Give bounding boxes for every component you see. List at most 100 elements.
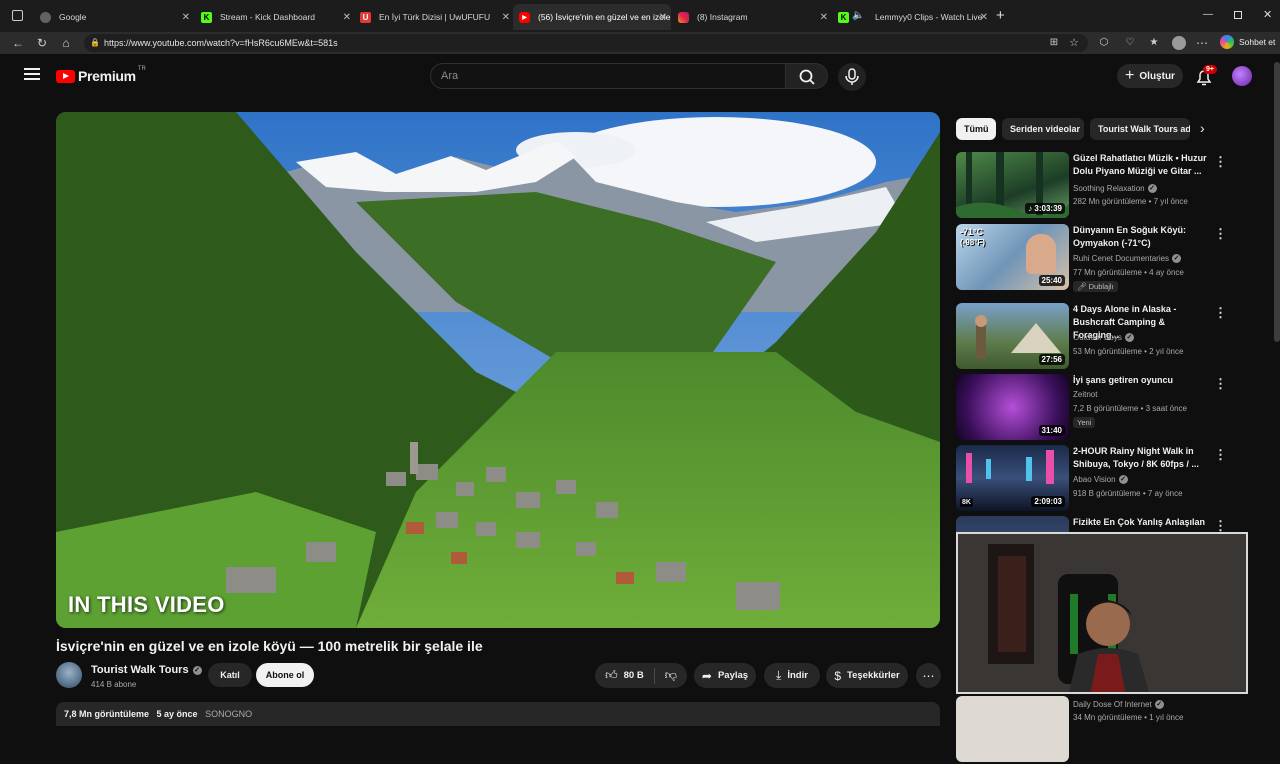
recommendation-channel[interactable]: Outdoor Boys ✓ <box>1073 333 1134 342</box>
more-vertical-icon[interactable]: ⋮ <box>1214 447 1227 463</box>
app-install-icon[interactable]: ⊞ <box>1046 35 1062 51</box>
profile-icon[interactable] <box>1172 36 1186 50</box>
video-thumbnail[interactable]: 27:56 <box>956 303 1069 369</box>
copilot-button[interactable]: Sohbet et <box>1220 35 1275 49</box>
search-input[interactable]: Ara <box>430 63 786 89</box>
video-duration: 2:09:03 <box>1031 496 1065 507</box>
favorite-star-icon[interactable]: ☆ <box>1066 35 1082 51</box>
thanks-button[interactable]: $ Teşekkürler <box>826 663 908 688</box>
url-field[interactable]: 🔒 https://www.youtube.com/watch?v=fHsR6c… <box>84 34 1088 52</box>
channel-name[interactable]: Tourist Walk Tours ✓ <box>91 664 202 676</box>
chip-all[interactable]: Tümü <box>956 118 996 140</box>
hamburger-menu-icon[interactable] <box>24 68 40 82</box>
minimize-icon[interactable]: — <box>1203 9 1213 20</box>
close-tab-icon[interactable]: ✕ <box>182 12 190 23</box>
tab-kick-dashboard[interactable]: K Stream - Kick Dashboard ✕ <box>195 4 355 30</box>
recommendation-channel[interactable]: Zeitnot <box>1073 390 1097 399</box>
like-count[interactable]: 80 B <box>624 670 644 681</box>
video-thumbnail[interactable]: 31:40 <box>956 374 1069 440</box>
dislike-icon[interactable]: 👎︎ <box>665 668 677 683</box>
close-tab-icon[interactable]: ✕ <box>659 12 667 23</box>
video-thumbnail[interactable] <box>956 696 1069 762</box>
recommendation-meta: 7,2 B görüntüleme • 3 saat önce <box>1073 404 1187 413</box>
tab-kick-clips[interactable]: K 🔈 Lemmyy0 Clips - Watch Live ✕ <box>832 4 992 30</box>
more-vertical-icon[interactable]: ⋮ <box>1214 376 1227 392</box>
speaker-icon[interactable]: 🔈 <box>852 10 864 21</box>
close-tab-icon[interactable]: ✕ <box>820 12 828 23</box>
reload-icon[interactable]: ↻ <box>34 35 50 51</box>
channel-avatar[interactable] <box>56 662 82 688</box>
like-divider <box>653 667 655 684</box>
verified-icon: ✓ <box>1147 184 1157 193</box>
account-avatar[interactable] <box>1232 66 1252 86</box>
recommendation-title[interactable]: Güzel Rahatlatıcı Müzik • Huzur Dolu Piy… <box>1073 152 1207 178</box>
more-options-icon[interactable]: ⋯ <box>1194 35 1210 51</box>
maximize-icon[interactable] <box>1234 11 1242 19</box>
new-tab-icon[interactable]: + <box>996 7 1005 24</box>
webcam-overlay <box>956 532 1248 694</box>
subscribe-button[interactable]: Abone ol <box>256 663 314 687</box>
like-icon[interactable]: 👍︎ <box>605 668 618 683</box>
thanks-icon: $ <box>834 668 842 683</box>
video-player[interactable]: IN THIS VIDEO <box>56 112 940 628</box>
chip-series[interactable]: Seriden videolar <box>1002 118 1084 140</box>
recommendation-title[interactable]: Fizikte En Çok Yanlış Anlaşılan <box>1073 516 1207 529</box>
recommendation-meta: 282 Mn görüntüleme • 7 yıl önce <box>1073 197 1188 206</box>
recommendation-meta: 53 Mn görüntüleme • 2 yıl önce <box>1073 347 1184 356</box>
browser-essentials-icon[interactable]: ♡ <box>1122 35 1138 51</box>
video-duration: 25:40 <box>1038 275 1065 286</box>
description-box[interactable]: 7,8 Mn görüntüleme 5 ay önce SONOGNO <box>56 702 940 726</box>
recommendation-title[interactable]: Dünyanın En Soğuk Köyü: Oymyakon (-71°C) <box>1073 224 1207 250</box>
share-icon: ➦ <box>701 668 712 683</box>
close-tab-icon[interactable]: ✕ <box>502 12 510 23</box>
search-button[interactable] <box>786 63 828 89</box>
favorites-icon[interactable]: ★ <box>1146 35 1162 51</box>
recommendation-meta: 34 Mn görüntüleme • 1 yıl önce <box>1073 713 1184 722</box>
download-button[interactable]: ⤓ İndir <box>764 663 820 688</box>
chevron-right-icon[interactable]: › <box>1200 120 1205 136</box>
more-actions-button[interactable]: ⋯ <box>916 663 941 688</box>
join-button[interactable]: Katıl <box>208 663 252 687</box>
more-vertical-icon[interactable]: ⋮ <box>1214 305 1227 321</box>
more-vertical-icon[interactable]: ⋮ <box>1214 154 1227 170</box>
back-icon[interactable]: ← <box>10 35 26 51</box>
recommendation-channel[interactable]: Daily Dose Of Internet ✓ <box>1073 700 1164 709</box>
close-tab-icon[interactable]: ✕ <box>343 12 351 23</box>
video-thumbnail[interactable]: 8K 2:09:03 <box>956 445 1069 511</box>
recommendation-item[interactable]: 8K 2:09:03 2-HOUR Rainy Night Walk in Sh… <box>956 445 1276 513</box>
resolution-badge: 8K <box>960 498 973 507</box>
page-scrollbar[interactable] <box>1274 62 1280 342</box>
close-window-icon[interactable]: ✕ <box>1263 8 1272 21</box>
video-thumbnail[interactable]: ♪ 3:03:39 <box>956 152 1069 218</box>
create-button[interactable]: + Oluştur <box>1117 64 1183 88</box>
voice-search-button[interactable] <box>838 63 866 91</box>
recommendation-channel[interactable]: Abao Vision ✓ <box>1073 475 1128 484</box>
recommendation-item[interactable]: 27:56 4 Days Alone in Alaska - Bushcraft… <box>956 303 1276 371</box>
tab-instagram[interactable]: (8) Instagram ✕ <box>672 4 832 30</box>
video-frame-landscape <box>56 112 940 628</box>
youtube-premium-logo[interactable]: Premium TR <box>56 66 146 84</box>
more-vertical-icon[interactable]: ⋮ <box>1214 226 1227 242</box>
recommendation-item[interactable]: 31:40 İyi şans getiren oyuncu Zeitnot 7,… <box>956 374 1276 442</box>
recommendation-channel[interactable]: Soothing Relaxation ✓ <box>1073 184 1157 193</box>
close-tab-icon[interactable]: ✕ <box>980 12 988 23</box>
tab-google[interactable]: Google ✕ <box>34 4 194 30</box>
home-icon[interactable]: ⌂ <box>58 35 74 51</box>
recommendation-item[interactable]: -71°C (-98°F) 25:40 Dünyanın En Soğuk Kö… <box>956 224 1276 292</box>
webcam-scene <box>958 534 1246 692</box>
recommendation-item[interactable]: ♪ 3:03:39 Güzel Rahatlatıcı Müzik • Huzu… <box>956 152 1276 220</box>
recommendation-channel[interactable]: Ruhi Cenet Documentaries ✓ <box>1073 254 1182 263</box>
chip-channel[interactable]: Tourist Walk Tours ad <box>1090 118 1190 140</box>
video-thumbnail[interactable]: -71°C (-98°F) 25:40 <box>956 224 1069 290</box>
recommendation-title[interactable]: İyi şans getiren oyuncu <box>1073 374 1207 387</box>
extensions-icon[interactable]: ⬡ <box>1096 35 1112 51</box>
verified-icon: ✓ <box>1124 333 1134 342</box>
uwufufu-favicon-icon: U <box>360 11 371 23</box>
tab-youtube-active[interactable]: ▶ (56) İsviçre'nin en güzel ve en izole … <box>513 4 671 30</box>
recommendation-item[interactable]: Daily Dose Of Internet ✓ 34 Mn görüntülem… <box>956 696 1276 764</box>
tab-uwufufu[interactable]: U En İyi Türk Dizisi | UwUFUFU ✕ <box>354 4 514 30</box>
tab-actions-icon[interactable] <box>12 10 23 21</box>
share-button[interactable]: ➦ Paylaş <box>694 663 756 688</box>
recommendation-title[interactable]: 2-HOUR Rainy Night Walk in Shibuya, Toky… <box>1073 445 1207 471</box>
verified-icon: ✓ <box>1154 700 1164 709</box>
